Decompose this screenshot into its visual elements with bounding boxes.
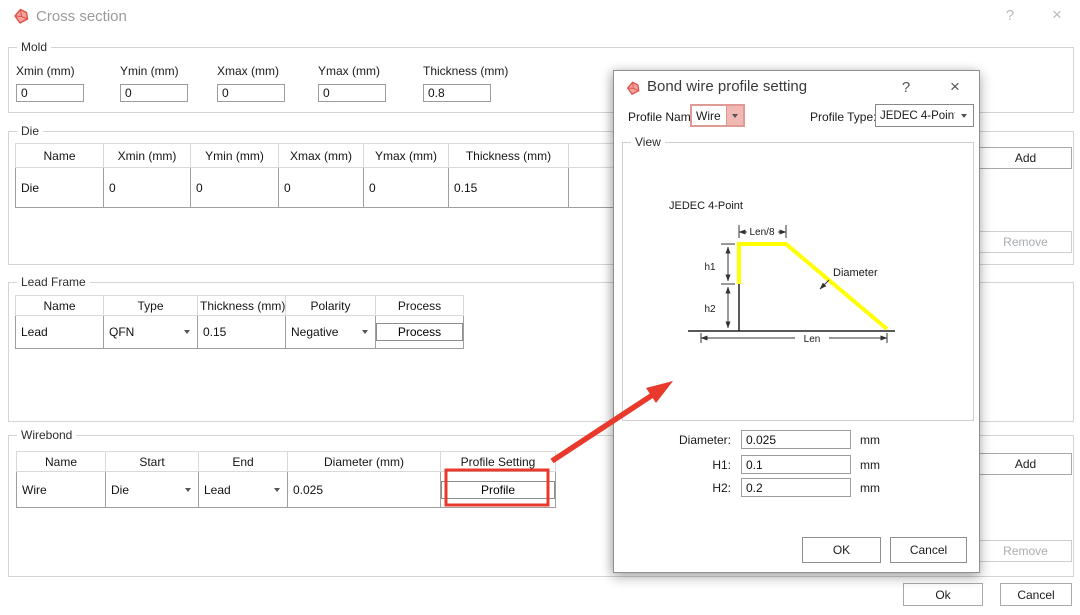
mold-xmin-input[interactable] [16, 84, 84, 102]
lead-frame-table: Name Type Thickness (mm) Polarity Proces… [15, 295, 464, 349]
h1-input[interactable] [741, 455, 851, 474]
dialog-close-icon[interactable]: × [944, 76, 966, 98]
wire-col-end: End [199, 452, 288, 472]
wire-profile-diagram: JEDEC 4-Point Len/8 h1 h2 Diameter Len [622, 142, 972, 419]
lead-cell-name[interactable]: Lead [16, 316, 104, 349]
wire-cell-name[interactable]: Wire [17, 472, 106, 508]
wire-col-name: Name [17, 452, 106, 472]
mold-ymax-label: Ymax (mm) [318, 64, 380, 78]
diameter-input[interactable] [741, 430, 851, 449]
die-col-thickness: Thickness (mm) [449, 144, 569, 168]
die-cell-xmin[interactable]: 0 [104, 168, 191, 208]
mold-legend: Mold [17, 40, 51, 55]
profile-name-label: Profile Name [628, 110, 697, 124]
wire-profile-line [739, 244, 887, 329]
wire-end-dropdown[interactable]: Lead [199, 472, 288, 508]
wire-col-profile: Profile Setting [441, 452, 556, 472]
chevron-down-icon [362, 330, 368, 334]
dialog-title: Bond wire profile setting [647, 78, 807, 95]
table-row: Wire Die Lead 0.025 Profile [17, 472, 556, 508]
die-legend: Die [17, 124, 43, 139]
die-col-ymin: Ymin (mm) [191, 144, 279, 168]
lead-col-thickness: Thickness (mm) [198, 296, 286, 316]
cancel-button[interactable]: Cancel [1000, 583, 1072, 606]
lead-col-name: Name [16, 296, 104, 316]
h2-label: h2 [704, 304, 716, 315]
help-button[interactable]: ? [999, 5, 1021, 27]
die-remove-button[interactable]: Remove [979, 231, 1072, 253]
lead-col-type: Type [104, 296, 198, 316]
die-col-ymax: Ymax (mm) [364, 144, 449, 168]
table-row: Lead QFN 0.15 Negative Process [16, 316, 464, 349]
dialog-cancel-button[interactable]: Cancel [890, 537, 967, 563]
die-col-name: Name [16, 144, 104, 168]
app-icon [12, 7, 30, 25]
profile-button[interactable]: Profile [441, 481, 555, 499]
die-cell-ymin[interactable]: 0 [191, 168, 279, 208]
profile-type-label: Profile Type: [810, 110, 876, 124]
wire-col-start: Start [106, 452, 199, 472]
mold-ymax-input[interactable] [318, 84, 386, 102]
len8-label: Len/8 [749, 227, 774, 238]
process-button[interactable]: Process [376, 323, 463, 341]
lead-type-dropdown[interactable]: QFN [104, 316, 198, 349]
h2-unit: mm [860, 481, 880, 495]
lead-polarity-dropdown[interactable]: Negative [286, 316, 376, 349]
profile-type-dropdown[interactable]: JEDEC 4-Point [875, 104, 974, 127]
h1-param-label: H1: [634, 458, 731, 472]
die-col-xmin: Xmin (mm) [104, 144, 191, 168]
wirebond-legend: Wirebond [17, 428, 76, 443]
diameter-param-label: Diameter: [634, 433, 731, 447]
mold-xmax-label: Xmax (mm) [217, 64, 279, 78]
diameter-label: Diameter [833, 267, 878, 279]
window-title: Cross section [36, 8, 127, 25]
len-label: Len [804, 334, 821, 345]
close-icon[interactable]: × [1046, 4, 1068, 26]
wire-cell-diameter[interactable]: 0.025 [288, 472, 441, 508]
bond-wire-profile-dialog: Bond wire profile setting ? × Profile Na… [613, 70, 980, 573]
chevron-down-icon [726, 106, 743, 125]
chevron-down-icon [184, 330, 190, 334]
h1-label: h1 [704, 262, 716, 273]
lead-col-process: Process [376, 296, 464, 316]
lead-frame-legend: Lead Frame [17, 275, 90, 290]
die-cell-thickness[interactable]: 0.15 [449, 168, 569, 208]
dialog-ok-button[interactable]: OK [802, 537, 881, 563]
lead-cell-thickness[interactable]: 0.15 [198, 316, 286, 349]
wire-col-diameter: Diameter (mm) [288, 452, 441, 472]
die-add-button[interactable]: Add [979, 147, 1072, 169]
dialog-icon [625, 80, 641, 96]
wire-profile-cell: Profile [441, 472, 556, 508]
wire-start-dropdown[interactable]: Die [106, 472, 199, 508]
diameter-unit: mm [860, 433, 880, 447]
lead-process-cell: Process [376, 316, 464, 349]
chevron-down-icon [955, 105, 973, 126]
dialog-help-button[interactable]: ? [895, 77, 917, 99]
wirebond-table: Name Start End Diameter (mm) Profile Set… [16, 451, 556, 508]
wirebond-add-button[interactable]: Add [979, 453, 1072, 475]
diagram-caption: JEDEC 4-Point [669, 200, 743, 212]
lead-col-polarity: Polarity [286, 296, 376, 316]
mold-thickness-input[interactable] [423, 84, 491, 102]
die-cell-xmax[interactable]: 0 [279, 168, 364, 208]
h2-input[interactable] [741, 478, 851, 497]
h2-param-label: H2: [634, 481, 731, 495]
die-col-xmax: Xmax (mm) [279, 144, 364, 168]
cross-section-window: { "window": { "title": "Cross section", … [0, 0, 1080, 615]
chevron-down-icon [274, 488, 280, 492]
ok-button[interactable]: Ok [903, 583, 983, 606]
profile-name-dropdown[interactable]: Wire [690, 104, 745, 127]
die-cell-ymax[interactable]: 0 [364, 168, 449, 208]
die-cell-name[interactable]: Die [16, 168, 104, 208]
mold-thickness-label: Thickness (mm) [423, 64, 508, 78]
mold-ymin-label: Ymin (mm) [120, 64, 179, 78]
mold-ymin-input[interactable] [120, 84, 188, 102]
wirebond-remove-button[interactable]: Remove [979, 540, 1072, 562]
mold-xmax-input[interactable] [217, 84, 285, 102]
chevron-down-icon [185, 488, 191, 492]
mold-xmin-label: Xmin (mm) [16, 64, 75, 78]
h1-unit: mm [860, 458, 880, 472]
